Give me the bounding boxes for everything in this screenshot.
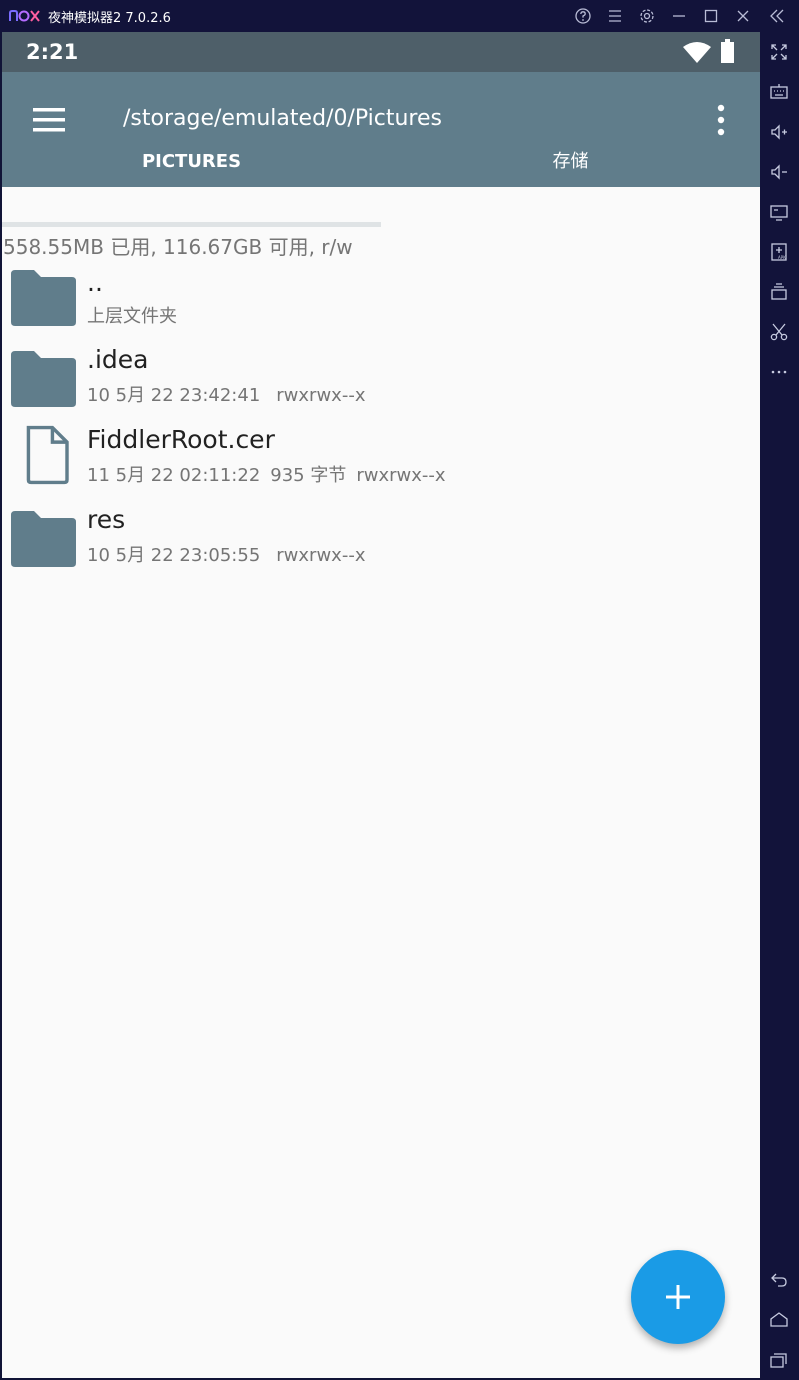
folder-icon [11,351,76,407]
folder-icon [11,270,76,326]
file-name: .idea [87,345,149,374]
file-date: 上层文件夹 [87,306,177,327]
list-item-parent-folder[interactable]: .. 上层文件夹 [2,262,760,342]
more-icon[interactable] [769,362,789,382]
file-name: .. [87,268,103,297]
volume-down-icon[interactable] [769,162,789,182]
collapse-icon[interactable] [768,7,786,25]
list-item-fiddlerroot[interactable]: FiddlerRoot.cer 11 5月 22 02:11:22 935 字节 r… [2,422,760,502]
fullscreen-icon[interactable] [769,42,789,62]
volume-up-icon[interactable] [769,122,789,142]
android-screen: 2:21 /storage/emulated/0/Pictures PICTUR… [2,32,760,1378]
screen-icon[interactable] [769,202,789,222]
file-size: 935 字节 [270,465,347,486]
apk-install-icon[interactable]: APK [769,242,789,262]
file-icon [26,425,69,485]
wifi-icon [683,42,711,63]
list-item-idea[interactable]: .idea 10 5月 22 23:42:41 rwxrwx--x [2,342,760,422]
overflow-menu-icon[interactable] [712,103,730,137]
file-meta: 11 5月 22 02:11:22 935 字节 rwxrwx--x [87,461,462,487]
emulator-toolbar: APK [760,32,799,1380]
file-permissions: rwxrwx--x [276,545,366,566]
help-icon[interactable] [574,7,592,25]
plus-icon [666,1285,690,1309]
hamburger-menu-icon[interactable] [30,103,68,137]
recents-icon[interactable] [769,1350,789,1370]
status-bar: 2:21 [2,32,760,72]
file-date: 11 5月 22 02:11:22 [87,465,261,486]
cut-icon[interactable] [769,322,789,342]
home-icon[interactable] [769,1310,789,1330]
file-date: 10 5月 22 23:42:41 [87,385,261,406]
tab-indicator [2,222,381,227]
list-item-res[interactable]: res 10 5月 22 23:05:55 rwxrwx--x [2,502,760,582]
menu-icon[interactable] [606,7,624,25]
add-fab-button[interactable] [631,1250,725,1344]
close-icon[interactable] [734,7,752,25]
current-path: /storage/emulated/0/Pictures [123,106,442,131]
file-meta: 上层文件夹 [87,302,193,328]
folder-icon [11,511,76,567]
emulator-title: 夜神模拟器2 7.0.2.6 [48,11,171,26]
emulator-title-bar: 夜神模拟器2 7.0.2.6 [0,0,799,32]
minimize-icon[interactable] [670,7,688,25]
nox-logo-icon [9,10,40,22]
file-name: res [87,505,126,534]
file-meta: 10 5月 22 23:05:55 rwxrwx--x [87,541,381,567]
settings-icon[interactable] [638,7,656,25]
file-permissions: rwxrwx--x [356,465,446,486]
file-date: 10 5月 22 23:05:55 [87,545,261,566]
status-clock: 2:21 [26,40,79,64]
svg-text:APK: APK [778,255,786,260]
file-permissions: rwxrwx--x [276,385,366,406]
tab-storage[interactable]: 存储 [381,140,760,184]
multi-instance-icon[interactable] [769,282,789,302]
file-meta: 10 5月 22 23:42:41 rwxrwx--x [87,381,381,407]
storage-usage: 558.55MB 已用, 116.67GB 可用, r/w [3,235,353,259]
back-icon[interactable] [769,1270,789,1290]
tab-pictures[interactable]: PICTURES [2,140,381,184]
file-name: FiddlerRoot.cer [87,425,275,454]
battery-icon [721,39,734,63]
maximize-icon[interactable] [702,7,720,25]
keyboard-icon[interactable] [769,82,789,102]
